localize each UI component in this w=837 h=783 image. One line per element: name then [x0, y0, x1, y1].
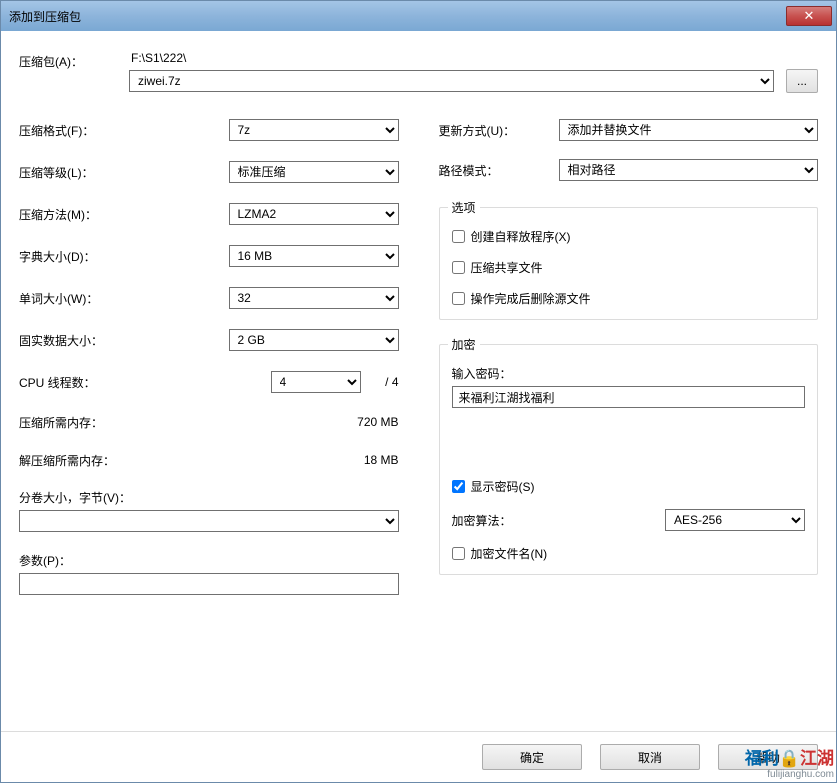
level-combo[interactable]: 标准压缩	[229, 161, 399, 183]
titlebar: 添加到压缩包 ✕	[1, 1, 836, 31]
ok-button[interactable]: 确定	[482, 744, 582, 770]
params-input[interactable]	[19, 573, 399, 595]
sfx-label: 创建自释放程序(X)	[471, 228, 571, 245]
window-title: 添加到压缩包	[9, 8, 786, 25]
word-combo[interactable]: 32	[229, 287, 399, 309]
delete-checkbox[interactable]	[452, 292, 465, 305]
footer: 确定 取消 帮助 福利🔒江湖 fulijianghu.com	[1, 731, 836, 782]
method-combo[interactable]: LZMA2	[229, 203, 399, 225]
encnames-row[interactable]: 加密文件名(N)	[452, 545, 806, 562]
mem-decompress-label: 解压缩所需内存：	[19, 452, 364, 469]
method-label: 压缩方法(M)：	[19, 206, 229, 223]
content-area: 压缩包(A)： F:\S1\222\ ziwei.7z ... 压缩格式(F)：…	[1, 31, 836, 731]
pathmode-combo[interactable]: 相对路径	[559, 159, 819, 181]
spacer	[19, 595, 818, 721]
update-label: 更新方式(U)：	[439, 122, 559, 139]
encryption-fieldset: 加密 输入密码： 显示密码(S) 加密算法： AES-256	[439, 336, 819, 575]
enc-method-row: 加密算法： AES-256	[452, 509, 806, 531]
enc-method-label: 加密算法：	[452, 512, 666, 529]
update-combo[interactable]: 添加并替换文件	[559, 119, 819, 141]
update-row: 更新方式(U)： 添加并替换文件	[439, 119, 819, 141]
cancel-button[interactable]: 取消	[600, 744, 700, 770]
mem-decompress-row: 解压缩所需内存： 18 MB	[19, 451, 399, 469]
shared-checkbox[interactable]	[452, 261, 465, 274]
threads-total: / 4	[369, 375, 399, 389]
format-row: 压缩格式(F)： 7z	[19, 119, 399, 141]
close-icon: ✕	[804, 8, 815, 24]
close-button[interactable]: ✕	[786, 6, 832, 26]
threads-row: CPU 线程数： 4 / 4	[19, 371, 399, 393]
level-label: 压缩等级(L)：	[19, 164, 229, 181]
archive-row: 压缩包(A)： F:\S1\222\ ziwei.7z ...	[19, 51, 818, 93]
encryption-legend: 加密	[448, 336, 480, 353]
password-input[interactable]	[452, 386, 806, 408]
pathmode-row: 路径模式： 相对路径	[439, 159, 819, 181]
format-label: 压缩格式(F)：	[19, 122, 229, 139]
options-fieldset: 选项 创建自释放程序(X) 压缩共享文件 操作完成后删除源文件	[439, 199, 819, 320]
split-combo[interactable]	[19, 510, 399, 532]
watermark-url: fulijianghu.com	[767, 769, 834, 780]
browse-button[interactable]: ...	[786, 69, 818, 93]
threads-combo[interactable]: 4	[271, 371, 361, 393]
archive-label: 压缩包(A)：	[19, 51, 129, 70]
params-section: 参数(P)：	[19, 552, 399, 595]
method-row: 压缩方法(M)： LZMA2	[19, 203, 399, 225]
options-legend: 选项	[448, 199, 480, 216]
shared-checkbox-row[interactable]: 压缩共享文件	[452, 259, 806, 276]
encnames-label: 加密文件名(N)	[471, 545, 548, 562]
archive-path: F:\S1\222\	[129, 51, 818, 65]
encnames-checkbox[interactable]	[452, 547, 465, 560]
mem-compress-value: 720 MB	[357, 415, 398, 429]
showpass-row[interactable]: 显示密码(S)	[452, 478, 806, 495]
mem-compress-row: 压缩所需内存： 720 MB	[19, 413, 399, 431]
delete-checkbox-row[interactable]: 操作完成后删除源文件	[452, 290, 806, 307]
solid-combo[interactable]: 2 GB	[229, 329, 399, 351]
mem-compress-label: 压缩所需内存：	[19, 414, 357, 431]
dict-combo[interactable]: 16 MB	[229, 245, 399, 267]
threads-label: CPU 线程数：	[19, 374, 271, 391]
word-label: 单词大小(W)：	[19, 290, 229, 307]
dialog-window: 添加到压缩包 ✕ 压缩包(A)： F:\S1\222\ ziwei.7z ...…	[0, 0, 837, 783]
mem-decompress-value: 18 MB	[364, 453, 399, 467]
params-label: 参数(P)：	[19, 552, 399, 569]
archive-combo-row: ziwei.7z ...	[129, 69, 818, 93]
level-row: 压缩等级(L)： 标准压缩	[19, 161, 399, 183]
pathmode-label: 路径模式：	[439, 162, 559, 179]
dict-row: 字典大小(D)： 16 MB	[19, 245, 399, 267]
password-label: 输入密码：	[452, 365, 806, 382]
sfx-checkbox[interactable]	[452, 230, 465, 243]
archive-filename-combo[interactable]: ziwei.7z	[129, 70, 774, 92]
right-column: 更新方式(U)： 添加并替换文件 路径模式： 相对路径 选项 创建自释放程序	[439, 119, 819, 595]
shared-label: 压缩共享文件	[471, 259, 543, 276]
format-combo[interactable]: 7z	[229, 119, 399, 141]
solid-label: 固实数据大小：	[19, 332, 229, 349]
sfx-checkbox-row[interactable]: 创建自释放程序(X)	[452, 228, 806, 245]
delete-label: 操作完成后删除源文件	[471, 290, 591, 307]
columns: 压缩格式(F)： 7z 压缩等级(L)： 标准压缩 压缩方法(M)： LZMA2	[19, 119, 818, 595]
split-label: 分卷大小，字节(V)：	[19, 489, 399, 506]
split-section: 分卷大小，字节(V)：	[19, 489, 399, 532]
solid-row: 固实数据大小： 2 GB	[19, 329, 399, 351]
showpass-checkbox[interactable]	[452, 480, 465, 493]
archive-path-section: F:\S1\222\ ziwei.7z ...	[129, 51, 818, 93]
left-column: 压缩格式(F)： 7z 压缩等级(L)： 标准压缩 压缩方法(M)： LZMA2	[19, 119, 399, 595]
showpass-label: 显示密码(S)	[471, 478, 535, 495]
dict-label: 字典大小(D)：	[19, 248, 229, 265]
enc-method-combo[interactable]: AES-256	[665, 509, 805, 531]
help-button[interactable]: 帮助	[718, 744, 818, 770]
word-row: 单词大小(W)： 32	[19, 287, 399, 309]
